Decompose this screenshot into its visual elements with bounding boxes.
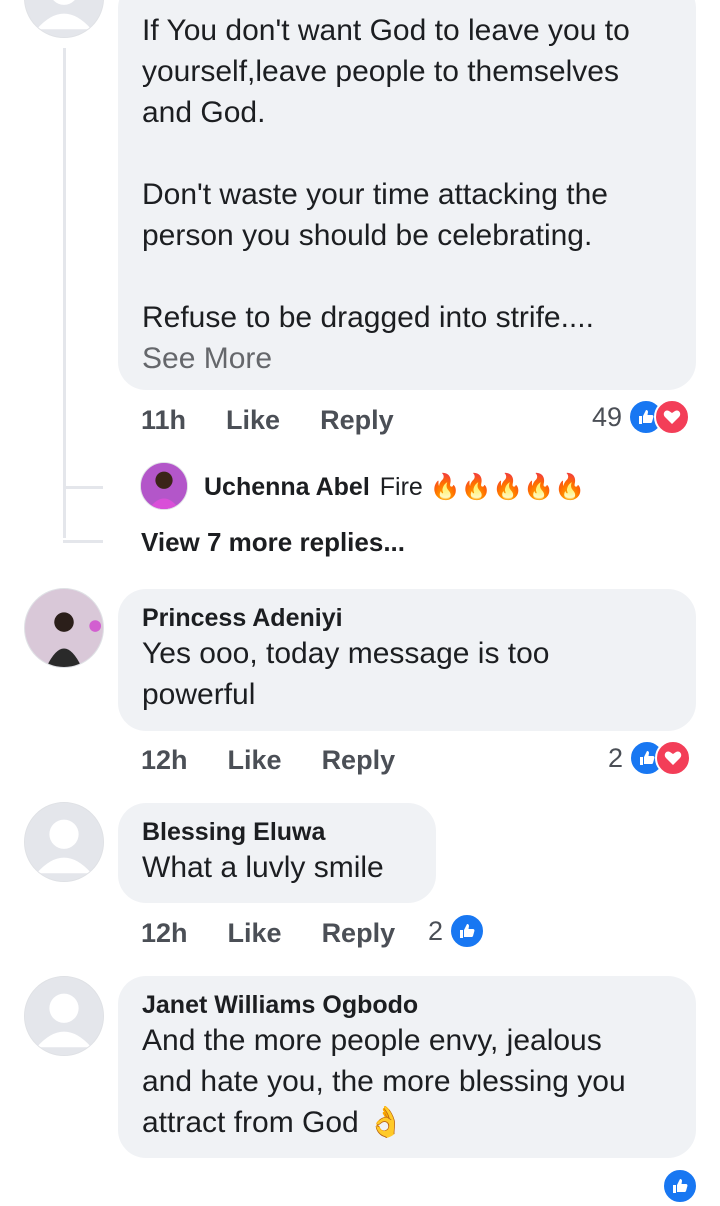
like-button[interactable]: Like — [226, 405, 280, 436]
comment-author[interactable]: Blessing Eluwa — [142, 817, 412, 847]
comment-actions: 11h Like Reply — [141, 400, 434, 440]
thread-line — [63, 48, 66, 538]
reply-button[interactable]: Reply — [320, 405, 394, 436]
reaction-summary[interactable]: 49 — [592, 397, 691, 437]
comment-bubble: If You don't want God to leave you to yo… — [118, 0, 696, 390]
comment-actions: 12h Like Reply — [141, 913, 413, 953]
view-more-replies-link[interactable]: View 7 more replies... — [141, 527, 405, 558]
reply-text: Fire 🔥🔥🔥🔥🔥 — [379, 472, 586, 501]
reaction-summary[interactable]: 2 — [608, 738, 692, 778]
like-button[interactable]: Like — [228, 918, 282, 949]
comment-author[interactable]: Princess Adeniyi — [142, 603, 672, 633]
like-icon — [449, 913, 486, 949]
comment-text: If You don't want God to leave you to yo… — [142, 14, 630, 334]
reaction-count: 49 — [592, 401, 623, 432]
avatar[interactable] — [24, 802, 104, 882]
comment-text: What a luvly smile — [142, 851, 384, 884]
comment-actions: 12h Like Reply — [141, 740, 435, 780]
comment-text: And the more people envy, jealous and ha… — [142, 1024, 626, 1139]
reaction-count: 2 — [608, 742, 624, 773]
reply-author[interactable]: Uchenna Abel — [204, 473, 370, 502]
see-more-link[interactable]: See More — [142, 338, 672, 379]
reply-button[interactable]: Reply — [322, 745, 396, 776]
thread-connector — [63, 486, 103, 489]
avatar[interactable] — [140, 462, 188, 510]
thread-connector — [63, 540, 103, 543]
default-avatar-icon — [25, 0, 103, 37]
profile-photo-icon — [25, 589, 103, 667]
love-icon — [655, 740, 692, 776]
comment-time[interactable]: 12h — [141, 918, 188, 949]
reaction-count: 2 — [428, 915, 444, 946]
comment-text: Yes ooo, today message is too powerful — [142, 637, 550, 711]
reaction-summary[interactable] — [662, 1166, 698, 1206]
comment-bubble: Blessing Eluwa What a luvly smile — [118, 803, 436, 903]
default-avatar-icon — [25, 977, 103, 1055]
like-button[interactable]: Like — [228, 745, 282, 776]
comment-bubble: Princess Adeniyi Yes ooo, today message … — [118, 589, 696, 731]
reply-preview[interactable]: Uchenna Abel Fire 🔥🔥🔥🔥🔥 — [204, 470, 585, 504]
comment-bubble: Janet Williams Ogbodo And the more peopl… — [118, 976, 696, 1158]
love-icon — [654, 399, 691, 435]
reply-button[interactable]: Reply — [322, 918, 396, 949]
like-icon — [662, 1168, 698, 1204]
comment-author[interactable]: Janet Williams Ogbodo — [142, 990, 672, 1020]
comment-time[interactable]: 11h — [141, 405, 186, 436]
profile-photo-icon — [141, 463, 187, 509]
default-avatar-icon — [25, 803, 103, 881]
avatar[interactable] — [24, 588, 104, 668]
avatar[interactable] — [24, 976, 104, 1056]
comment-time[interactable]: 12h — [141, 745, 188, 776]
reaction-summary[interactable]: 2 — [428, 911, 486, 951]
avatar[interactable] — [24, 0, 104, 38]
